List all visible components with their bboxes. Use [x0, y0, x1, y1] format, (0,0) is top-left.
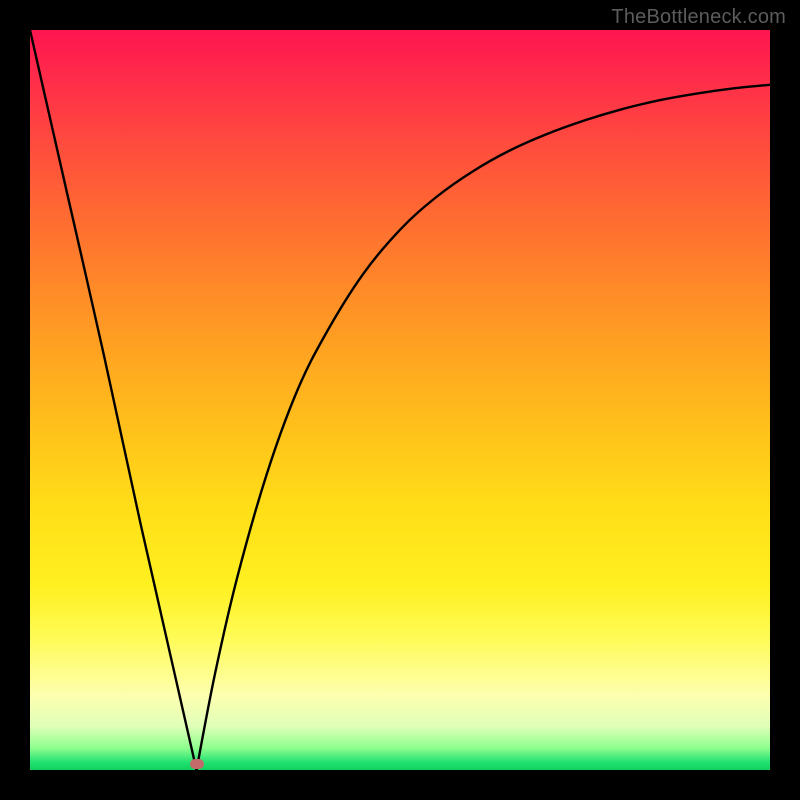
chart-frame: TheBottleneck.com [0, 0, 800, 800]
watermark-text: TheBottleneck.com [611, 6, 786, 29]
optimum-marker [190, 759, 204, 769]
bottleneck-curve [30, 30, 770, 770]
curve-layer [30, 30, 770, 770]
plot-area [30, 30, 770, 770]
